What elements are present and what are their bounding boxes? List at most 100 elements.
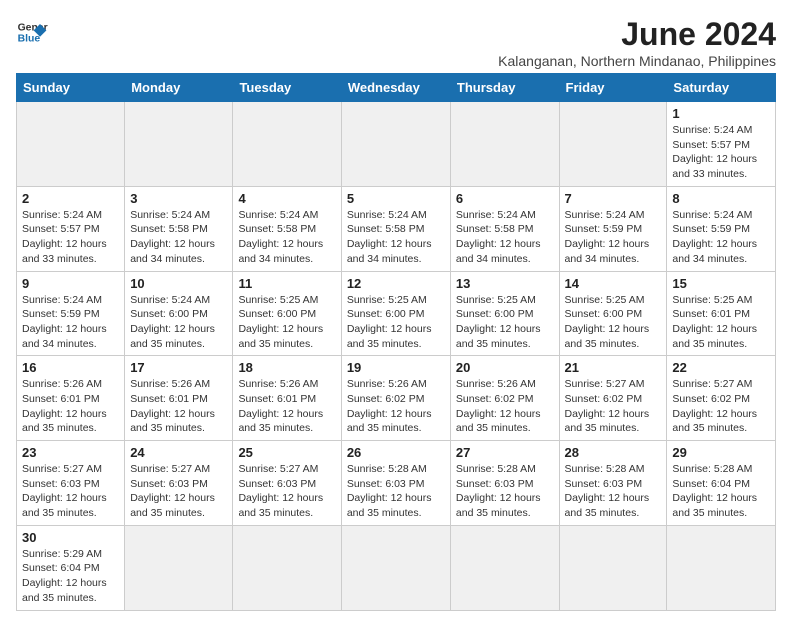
day-number: 27 [456, 445, 554, 460]
calendar-cell [17, 102, 125, 187]
calendar-cell: 15Sunrise: 5:25 AM Sunset: 6:01 PM Dayli… [667, 271, 776, 356]
calendar-week-row: 23 Sunrise: 5:27 AM Sunset: 6:03 PM Dayli… [17, 441, 776, 526]
day-number: 5 [347, 191, 445, 206]
day-number: 1 [672, 106, 770, 121]
day-number: 4 [238, 191, 335, 206]
calendar-cell: 16Sunrise: 5:26 AM Sunset: 6:01 PM Dayli… [17, 356, 125, 441]
day-number: 14 [565, 276, 662, 291]
day-number: 16 [22, 360, 119, 375]
day-sun-info: Sunrise: 5:24 AM Sunset: 5:59 PM Dayligh… [672, 208, 770, 267]
calendar-cell: 23 Sunrise: 5:27 AM Sunset: 6:03 PM Dayli… [17, 441, 125, 526]
calendar-cell: 5 Sunrise: 5:24 AM Sunset: 5:58 PM Daylig… [341, 186, 450, 271]
day-of-week-header: Tuesday [233, 74, 341, 102]
day-sun-info: Sunrise: 5:26 AM Sunset: 6:01 PM Dayligh… [130, 377, 227, 436]
day-number: 11 [238, 276, 335, 291]
calendar-header-row: SundayMondayTuesdayWednesdayThursdayFrid… [17, 74, 776, 102]
calendar-cell: 1 Sunrise: 5:24 AM Sunset: 5:57 PM Daylig… [667, 102, 776, 187]
location-subtitle: Kalanganan, Northern Mindanao, Philippin… [498, 53, 776, 69]
day-of-week-header: Wednesday [341, 74, 450, 102]
day-number: 24 [130, 445, 227, 460]
day-sun-info: Sunrise: 5:28 AM Sunset: 6:03 PM Dayligh… [456, 462, 554, 521]
calendar-cell [450, 525, 559, 610]
day-number: 3 [130, 191, 227, 206]
calendar-cell: 27 Sunrise: 5:28 AM Sunset: 6:03 PM Dayli… [450, 441, 559, 526]
day-of-week-header: Friday [559, 74, 667, 102]
calendar-cell: 28 Sunrise: 5:28 AM Sunset: 6:03 PM Dayli… [559, 441, 667, 526]
day-sun-info: Sunrise: 5:24 AM Sunset: 5:59 PM Dayligh… [565, 208, 662, 267]
calendar-cell: 19 Sunrise: 5:26 AM Sunset: 6:02 PM Dayli… [341, 356, 450, 441]
logo: General Blue [16, 16, 48, 48]
day-sun-info: Sunrise: 5:26 AM Sunset: 6:01 PM Dayligh… [238, 377, 335, 436]
day-number: 9 [22, 276, 119, 291]
day-of-week-header: Thursday [450, 74, 559, 102]
calendar-cell [233, 102, 341, 187]
title-area: June 2024 Kalanganan, Northern Mindanao,… [498, 16, 776, 69]
day-number: 30 [22, 530, 119, 545]
day-number: 17 [130, 360, 227, 375]
calendar-cell: 18Sunrise: 5:26 AM Sunset: 6:01 PM Dayli… [233, 356, 341, 441]
calendar-cell: 21 Sunrise: 5:27 AM Sunset: 6:02 PM Dayli… [559, 356, 667, 441]
calendar-cell [559, 525, 667, 610]
calendar-week-row: 9 Sunrise: 5:24 AM Sunset: 5:59 PM Daylig… [17, 271, 776, 356]
day-sun-info: Sunrise: 5:27 AM Sunset: 6:03 PM Dayligh… [22, 462, 119, 521]
day-sun-info: Sunrise: 5:24 AM Sunset: 5:58 PM Dayligh… [238, 208, 335, 267]
calendar-cell [233, 525, 341, 610]
month-year-title: June 2024 [498, 16, 776, 53]
day-number: 6 [456, 191, 554, 206]
calendar-cell: 13 Sunrise: 5:25 AM Sunset: 6:00 PM Dayli… [450, 271, 559, 356]
day-sun-info: Sunrise: 5:27 AM Sunset: 6:03 PM Dayligh… [130, 462, 227, 521]
day-number: 2 [22, 191, 119, 206]
day-sun-info: Sunrise: 5:28 AM Sunset: 6:04 PM Dayligh… [672, 462, 770, 521]
calendar-cell: 4 Sunrise: 5:24 AM Sunset: 5:58 PM Daylig… [233, 186, 341, 271]
calendar-cell: 25Sunrise: 5:27 AM Sunset: 6:03 PM Dayli… [233, 441, 341, 526]
calendar-cell: 30Sunrise: 5:29 AM Sunset: 6:04 PM Dayli… [17, 525, 125, 610]
calendar-cell: 7Sunrise: 5:24 AM Sunset: 5:59 PM Daylig… [559, 186, 667, 271]
calendar-cell: 10Sunrise: 5:24 AM Sunset: 6:00 PM Dayli… [125, 271, 233, 356]
calendar-cell: 9 Sunrise: 5:24 AM Sunset: 5:59 PM Daylig… [17, 271, 125, 356]
calendar-cell: 20Sunrise: 5:26 AM Sunset: 6:02 PM Dayli… [450, 356, 559, 441]
day-sun-info: Sunrise: 5:25 AM Sunset: 6:00 PM Dayligh… [238, 293, 335, 352]
day-sun-info: Sunrise: 5:24 AM Sunset: 5:57 PM Dayligh… [22, 208, 119, 267]
day-number: 23 [22, 445, 119, 460]
calendar-cell: 8Sunrise: 5:24 AM Sunset: 5:59 PM Daylig… [667, 186, 776, 271]
day-of-week-header: Monday [125, 74, 233, 102]
svg-text:Blue: Blue [18, 34, 41, 45]
day-number: 22 [672, 360, 770, 375]
day-of-week-header: Sunday [17, 74, 125, 102]
calendar-cell: 22Sunrise: 5:27 AM Sunset: 6:02 PM Dayli… [667, 356, 776, 441]
calendar-week-row: 16 Sunrise: 5:26 AM Sunset: 6:01 PM Dayli… [17, 356, 776, 441]
page-header: General Blue June 2024 Kalanganan, North… [16, 16, 776, 69]
day-sun-info: Sunrise: 5:24 AM Sunset: 5:57 PM Dayligh… [672, 123, 770, 182]
day-sun-info: Sunrise: 5:24 AM Sunset: 6:00 PM Dayligh… [130, 293, 227, 352]
calendar-cell [125, 102, 233, 187]
day-sun-info: Sunrise: 5:25 AM Sunset: 6:01 PM Dayligh… [672, 293, 770, 352]
day-number: 29 [672, 445, 770, 460]
day-sun-info: Sunrise: 5:26 AM Sunset: 6:02 PM Dayligh… [347, 377, 445, 436]
calendar-week-row: 1 Sunrise: 5:24 AM Sunset: 5:57 PM Daylig… [17, 102, 776, 187]
day-number: 28 [565, 445, 662, 460]
calendar-cell: 14Sunrise: 5:25 AM Sunset: 6:00 PM Dayli… [559, 271, 667, 356]
day-sun-info: Sunrise: 5:24 AM Sunset: 5:58 PM Dayligh… [456, 208, 554, 267]
calendar-week-row: 30Sunrise: 5:29 AM Sunset: 6:04 PM Dayli… [17, 525, 776, 610]
calendar-cell: 17 Sunrise: 5:26 AM Sunset: 6:01 PM Dayli… [125, 356, 233, 441]
day-sun-info: Sunrise: 5:27 AM Sunset: 6:03 PM Dayligh… [238, 462, 335, 521]
calendar-cell [341, 102, 450, 187]
day-sun-info: Sunrise: 5:25 AM Sunset: 6:00 PM Dayligh… [347, 293, 445, 352]
calendar-cell: 24 Sunrise: 5:27 AM Sunset: 6:03 PM Dayli… [125, 441, 233, 526]
day-number: 21 [565, 360, 662, 375]
calendar-cell: 6 Sunrise: 5:24 AM Sunset: 5:58 PM Daylig… [450, 186, 559, 271]
day-sun-info: Sunrise: 5:24 AM Sunset: 5:58 PM Dayligh… [347, 208, 445, 267]
day-number: 19 [347, 360, 445, 375]
calendar-table: SundayMondayTuesdayWednesdayThursdayFrid… [16, 73, 776, 611]
calendar-cell: 2 Sunrise: 5:24 AM Sunset: 5:57 PM Daylig… [17, 186, 125, 271]
day-sun-info: Sunrise: 5:28 AM Sunset: 6:03 PM Dayligh… [347, 462, 445, 521]
day-sun-info: Sunrise: 5:28 AM Sunset: 6:03 PM Dayligh… [565, 462, 662, 521]
day-sun-info: Sunrise: 5:25 AM Sunset: 6:00 PM Dayligh… [456, 293, 554, 352]
day-number: 13 [456, 276, 554, 291]
calendar-week-row: 2 Sunrise: 5:24 AM Sunset: 5:57 PM Daylig… [17, 186, 776, 271]
calendar-cell: 3Sunrise: 5:24 AM Sunset: 5:58 PM Daylig… [125, 186, 233, 271]
day-sun-info: Sunrise: 5:27 AM Sunset: 6:02 PM Dayligh… [565, 377, 662, 436]
calendar-cell: 26Sunrise: 5:28 AM Sunset: 6:03 PM Dayli… [341, 441, 450, 526]
day-sun-info: Sunrise: 5:24 AM Sunset: 5:59 PM Dayligh… [22, 293, 119, 352]
logo-icon: General Blue [16, 16, 48, 48]
